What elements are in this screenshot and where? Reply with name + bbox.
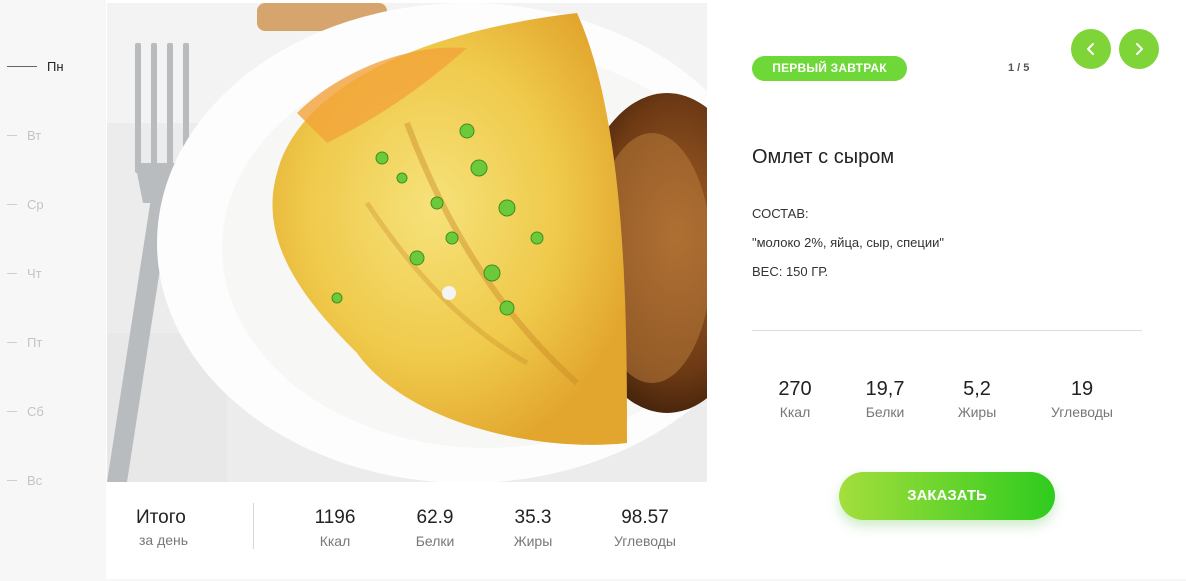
- day-item-sun[interactable]: Вс: [7, 473, 42, 488]
- total-carbs: 98.57 Углеводы: [590, 507, 700, 549]
- next-meal-button[interactable]: [1119, 29, 1159, 69]
- nutrient-protein: 19,7 Белки: [835, 378, 935, 420]
- separator: [752, 330, 1142, 331]
- composition-heading: СОСТАВ:: [752, 206, 809, 221]
- composition-text: "молоко 2%, яйца, сыр, специи": [752, 235, 944, 250]
- total-value: 98.57: [621, 507, 669, 528]
- nutrient-label: Углеводы: [1050, 404, 1113, 420]
- day-label: Чт: [27, 266, 42, 281]
- total-label: Углеводы: [613, 533, 676, 549]
- day-item-thu[interactable]: Чт: [7, 266, 42, 281]
- day-item-sat[interactable]: Сб: [7, 404, 44, 419]
- weight-text: ВЕС: 150 ГР.: [752, 264, 829, 279]
- active-dash: [7, 66, 37, 67]
- daily-totals: Итого за день 1196 Ккал 62.9 Белки 35.3 …: [106, 483, 707, 579]
- omelette-image: [107, 3, 707, 482]
- divider: [253, 503, 254, 549]
- order-button[interactable]: ЗАКАЗАТЬ: [839, 472, 1055, 520]
- day-label: Вс: [27, 473, 43, 488]
- nutrient-value: 19: [1070, 378, 1094, 400]
- dish-name: Омлет с сыром: [752, 146, 895, 168]
- dash: [7, 480, 17, 481]
- nutrient-value: 5,2: [963, 378, 991, 400]
- total-label: Ккал: [319, 533, 351, 549]
- dash: [7, 204, 17, 205]
- totals-title: Итого: [136, 507, 186, 528]
- day-nav: Пн Вт Ср Чт Пт Сб Вс: [0, 0, 106, 581]
- dash: [7, 342, 17, 343]
- nutrient-fat: 5,2 Жиры: [927, 378, 1027, 420]
- total-kcal: 1196 Ккал: [280, 507, 390, 549]
- total-value: 35.3: [514, 507, 552, 528]
- day-label: Пт: [27, 335, 43, 350]
- nutrient-label: Ккал: [779, 404, 811, 420]
- day-item-wed[interactable]: Ср: [7, 197, 44, 212]
- chevron-left-icon: [1087, 43, 1094, 55]
- total-label: Белки: [415, 533, 455, 549]
- total-protein: 62.9 Белки: [380, 507, 490, 549]
- nutrient-label: Белки: [865, 404, 905, 420]
- nutrient-label: Жиры: [957, 404, 997, 420]
- total-fat: 35.3 Жиры: [478, 507, 588, 549]
- nutrient-kcal: 270 Ккал: [745, 378, 845, 420]
- nutrient-value: 19,7: [865, 378, 905, 400]
- day-label: Пн: [47, 59, 64, 74]
- day-label: Вт: [27, 128, 42, 143]
- total-label: Жиры: [513, 533, 553, 549]
- totals-subtitle: за день: [139, 532, 189, 548]
- chevron-right-icon: [1136, 43, 1143, 55]
- total-value: 1196: [314, 507, 356, 528]
- meal-type-badge: ПЕРВЫЙ ЗАВТРАК: [752, 56, 907, 81]
- dash: [7, 273, 17, 274]
- total-value: 62.9: [416, 507, 454, 528]
- meal-counter: 1 / 5: [1008, 62, 1030, 74]
- prev-meal-button[interactable]: [1071, 29, 1111, 69]
- meal-card: Итого за день 1196 Ккал 62.9 Белки 35.3 …: [106, 0, 1186, 579]
- meal-photo: [107, 3, 707, 482]
- day-item-mon[interactable]: Пн: [7, 59, 64, 74]
- nutrient-value: 270: [778, 378, 812, 400]
- day-item-fri[interactable]: Пт: [7, 335, 42, 350]
- day-label: Ср: [27, 197, 44, 212]
- day-item-tue[interactable]: Вт: [7, 128, 41, 143]
- dash: [7, 135, 17, 136]
- day-label: Сб: [27, 404, 44, 419]
- nutrient-carbs: 19 Углеводы: [1032, 378, 1132, 420]
- dash: [7, 411, 17, 412]
